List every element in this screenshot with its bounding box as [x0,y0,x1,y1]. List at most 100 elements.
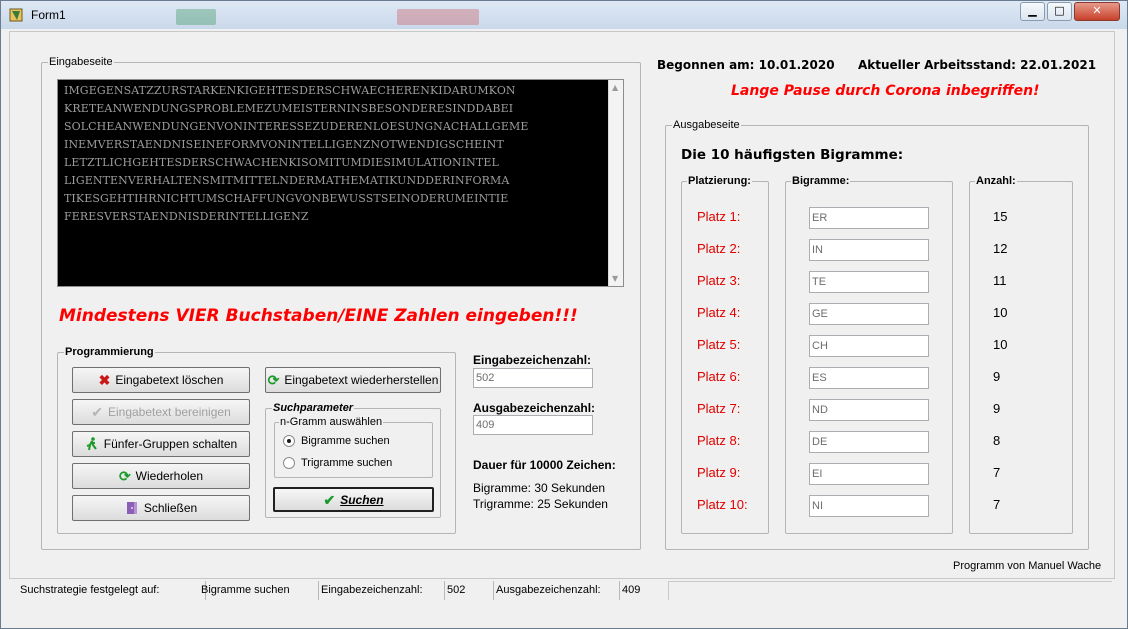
platzierung-header: Platzierung: [687,174,752,188]
door-exit-icon [126,502,137,514]
title-bar: Form1 ▁ □ ✕ [1,1,1127,29]
count-value: 9 [993,401,1001,416]
refresh-icon: ⟳ [267,372,280,388]
count-value: 10 [993,305,1008,320]
count-value: 10 [993,337,1008,352]
status-input-count-value: 502 [444,581,494,600]
status-spacer [668,581,1112,600]
search-button[interactable]: ✔ Suchen [273,487,434,512]
input-text-area[interactable]: IMGEGENSATZZURSTARKENKIGEHTESDERSCHWAECH… [57,79,624,287]
scroll-down-icon[interactable]: ▼ [612,274,618,283]
rank-label: Platz 5: [697,337,741,352]
maximize-button[interactable]: □ [1047,2,1072,21]
count-value: 8 [993,433,1001,448]
bigram-field[interactable]: TE [809,271,929,293]
status-strategy-label: Suchstrategie festgelegt auf: [17,581,206,600]
anzahl-column: Anzahl: [969,174,1073,534]
duration-bigrams: Bigramme: 30 Sekunden [473,481,606,495]
bigram-field[interactable]: NI [809,495,929,517]
bigramme-header: Bigramme: [791,174,851,188]
clean-text-label: Eingabetext bereinigen [107,405,231,419]
current-status-date: Aktueller Arbeitsstand: 22.01.2021 [858,58,1097,72]
trigram-radio-label: Trigramme suchen [301,457,393,469]
status-strategy-value: Bigramme suchen [198,581,319,600]
bigram-field[interactable]: ND [809,399,929,421]
bigram-radio[interactable]: Bigramme suchen [283,435,390,447]
bigram-field[interactable]: ER [809,207,929,229]
rank-label: Platz 6: [697,369,741,384]
scroll-up-icon[interactable]: ▲ [612,83,618,92]
repeat-label: Wiederholen [135,469,204,483]
duration-trigrams: Trigramme: 25 Sekunden [473,497,608,511]
restore-text-label: Eingabetext wiederherstellen [284,373,439,387]
close-button[interactable]: ✕ [1074,2,1120,21]
clean-text-button[interactable]: ✔ Eingabetext bereinigen [72,399,250,425]
repeat-button[interactable]: ⟳ Wiederholen [72,463,250,489]
bigram-field[interactable]: CH [809,335,929,357]
background-blur [397,9,479,25]
input-count-label: Eingabezeichenzahl: [473,353,592,367]
bigram-field[interactable]: IN [809,239,929,261]
output-count-field[interactable]: 409 [473,415,593,435]
eingabeseite-legend: Eingabeseite [48,55,114,69]
clear-text-label: Eingabetext löschen [115,373,224,387]
refresh-icon: ⟳ [118,468,131,484]
pause-note: Lange Pause durch Corona inbegriffen! [731,83,1040,99]
five-groups-label: Fünfer-Gruppen schalten [103,437,238,451]
restore-text-button[interactable]: ⟳ Eingabetext wiederherstellen [265,367,441,393]
window-title: Form1 [31,8,66,22]
count-value: 9 [993,369,1001,384]
trigram-radio-dot[interactable] [283,457,295,469]
input-count-field[interactable]: 502 [473,368,593,388]
suchparameter-legend: Suchparameter [272,401,355,415]
close-app-button[interactable]: Schließen [72,495,250,521]
duration-label: Dauer für 10000 Zeichen: [473,458,616,472]
rank-label: Platz 4: [697,305,741,320]
checkmark-icon: ✔ [323,491,336,508]
main-window: Form1 ▁ □ ✕ Eingabeseite IMGEGENSATZZURS… [0,0,1128,629]
ausgabeseite-legend: Ausgabeseite [672,118,741,132]
bigram-field[interactable]: EI [809,463,929,485]
bigram-field[interactable]: DE [809,431,929,453]
rank-label: Platz 8: [697,433,741,448]
five-groups-button[interactable]: Fünfer-Gruppen schalten [72,431,250,457]
anzahl-header: Anzahl: [975,174,1017,188]
rank-label: Platz 3: [697,273,741,288]
red-x-icon: ✖ [98,372,111,388]
count-value: 7 [993,497,1001,512]
status-input-count-label: Eingabezeichenzahl: [318,581,445,600]
input-text: IMGEGENSATZZURSTARKENKIGEHTESDERSCHWAECH… [64,84,529,223]
bigram-field[interactable]: GE [809,303,929,325]
ngram-group: n-Gramm auswählen [274,415,433,478]
bigram-radio-dot[interactable] [283,435,295,447]
status-output-count-label: Ausgabezeichenzahl: [493,581,620,600]
trigram-radio[interactable]: Trigramme suchen [283,457,392,469]
status-output-count-value: 409 [619,581,669,600]
bigram-field[interactable]: ES [809,367,929,389]
background-blur [176,9,216,25]
minimize-button[interactable]: ▁ [1020,2,1045,21]
status-bar: Suchstrategie festgelegt auf: Bigramme s… [9,580,1115,602]
programmierung-legend: Programmierung [64,345,155,359]
clear-text-button[interactable]: ✖ Eingabetext löschen [72,367,250,393]
output-count-label: Ausgabezeichenzahl: [473,401,596,415]
vertical-scrollbar[interactable]: ▲ ▼ [608,80,623,286]
warning-text: Mindestens VIER Buchstaben/EINE Zahlen e… [59,306,578,326]
running-man-icon [86,437,97,451]
close-app-label: Schließen [143,501,198,515]
started-date: Begonnen am: 10.01.2020 [657,58,835,72]
ngram-legend: n-Gramm auswählen [279,415,384,429]
rank-label: Platz 7: [697,401,741,416]
checkmark-icon: ✔ [91,404,103,420]
count-value: 7 [993,465,1001,480]
count-value: 15 [993,209,1008,224]
bigram-radio-label: Bigramme suchen [301,435,390,447]
rank-label: Platz 9: [697,465,741,480]
count-value: 12 [993,241,1008,256]
top10-heading: Die 10 häufigsten Bigramme: [681,147,904,163]
rank-label: Platz 2: [697,241,741,256]
count-value: 11 [993,273,1007,288]
rank-label: Platz 10: [697,497,748,512]
platzierung-column: Platzierung: [681,174,769,534]
author-credit: Programm von Manuel Wache [953,560,1102,572]
